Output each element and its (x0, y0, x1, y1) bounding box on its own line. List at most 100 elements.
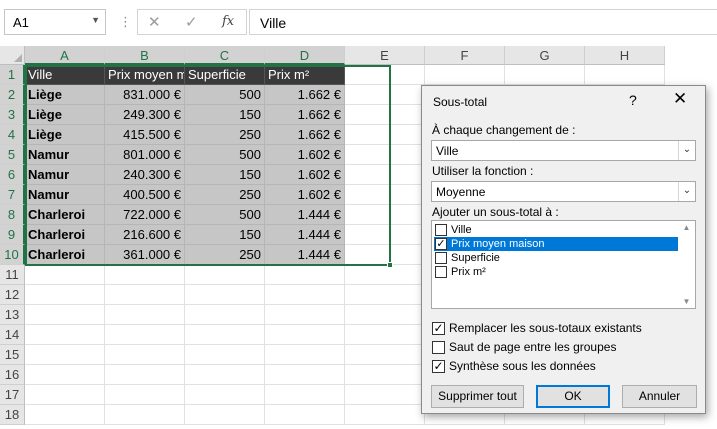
checkbox[interactable] (435, 224, 447, 236)
cell-c12[interactable] (185, 285, 265, 305)
cell-e2[interactable] (345, 85, 425, 105)
cell-e10[interactable] (345, 245, 425, 265)
row-header-2[interactable]: 2 (0, 85, 25, 105)
cell-h1[interactable] (585, 65, 665, 85)
cell-e5[interactable] (345, 145, 425, 165)
cell-e16[interactable] (345, 365, 425, 385)
select-all-corner[interactable] (0, 46, 25, 65)
cell-b18[interactable] (105, 405, 185, 425)
cell-b15[interactable] (105, 345, 185, 365)
cell-g1[interactable] (505, 65, 585, 85)
row-header-16[interactable]: 16 (0, 365, 25, 385)
cell-c14[interactable] (185, 325, 265, 345)
cell-b4[interactable]: 415.500 € (105, 125, 185, 145)
cell-a7[interactable]: Namur (25, 185, 105, 205)
list-item[interactable]: Superficie (434, 251, 678, 265)
cell-d16[interactable] (265, 365, 345, 385)
row-header-12[interactable]: 12 (0, 285, 25, 305)
column-header-a[interactable]: A (25, 46, 105, 65)
row-header-4[interactable]: 4 (0, 125, 25, 145)
cell-a17[interactable] (25, 385, 105, 405)
cell-a12[interactable] (25, 285, 105, 305)
column-header-f[interactable]: F (425, 46, 505, 65)
cell-a16[interactable] (25, 365, 105, 385)
cell-c13[interactable] (185, 305, 265, 325)
cell-c4[interactable]: 250 (185, 125, 265, 145)
cell-d4[interactable]: 1.662 € (265, 125, 345, 145)
formula-input[interactable]: Ville (249, 9, 717, 35)
cell-b17[interactable] (105, 385, 185, 405)
cell-f1[interactable] (425, 65, 505, 85)
cell-e1[interactable] (345, 65, 425, 85)
cell-a13[interactable] (25, 305, 105, 325)
cell-b7[interactable]: 400.500 € (105, 185, 185, 205)
row-header-13[interactable]: 13 (0, 305, 25, 325)
cancel-icon[interactable]: ✕ (148, 13, 161, 31)
list-item[interactable]: Prix m² (434, 265, 678, 279)
row-header-1[interactable]: 1 (0, 65, 25, 85)
cell-c7[interactable]: 250 (185, 185, 265, 205)
enter-icon[interactable]: ✓ (185, 13, 198, 31)
cell-b12[interactable] (105, 285, 185, 305)
cell-b3[interactable]: 249.300 € (105, 105, 185, 125)
cell-d15[interactable] (265, 345, 345, 365)
cell-c15[interactable] (185, 345, 265, 365)
column-header-e[interactable]: E (345, 46, 425, 65)
cell-c17[interactable] (185, 385, 265, 405)
cell-e6[interactable] (345, 165, 425, 185)
cell-a4[interactable]: Liège (25, 125, 105, 145)
cell-a3[interactable]: Liège (25, 105, 105, 125)
cell-d9[interactable]: 1.444 € (265, 225, 345, 245)
cell-a8[interactable]: Charleroi (25, 205, 105, 225)
checkbox[interactable] (432, 341, 445, 354)
checkbox[interactable]: ✓ (432, 322, 445, 335)
cell-a10[interactable]: Charleroi (25, 245, 105, 265)
cancel-button[interactable]: Annuler (622, 385, 697, 408)
chevron-down-icon[interactable]: ⌄ (678, 182, 695, 201)
checkbox[interactable]: ✓ (432, 360, 445, 373)
cell-e15[interactable] (345, 345, 425, 365)
cell-e11[interactable] (345, 265, 425, 285)
cell-c11[interactable] (185, 265, 265, 285)
cell-a9[interactable]: Charleroi (25, 225, 105, 245)
cell-d5[interactable]: 1.602 € (265, 145, 345, 165)
scroll-up-icon[interactable]: ▲ (678, 223, 695, 232)
cell-c10[interactable]: 250 (185, 245, 265, 265)
cell-c6[interactable]: 150 (185, 165, 265, 185)
cell-b10[interactable]: 361.000 € (105, 245, 185, 265)
column-header-d[interactable]: D (265, 46, 345, 65)
cell-d10[interactable]: 1.444 € (265, 245, 345, 265)
cell-a11[interactable] (25, 265, 105, 285)
cell-d13[interactable] (265, 305, 345, 325)
cell-b6[interactable]: 240.300 € (105, 165, 185, 185)
chevron-down-icon[interactable]: ⌄ (678, 141, 695, 160)
cell-e18[interactable] (345, 405, 425, 425)
scroll-down-icon[interactable]: ▼ (678, 297, 695, 306)
cell-e14[interactable] (345, 325, 425, 345)
cell-b11[interactable] (105, 265, 185, 285)
list-item[interactable]: Ville (434, 223, 678, 237)
cell-c2[interactable]: 500 (185, 85, 265, 105)
cell-b8[interactable]: 722.000 € (105, 205, 185, 225)
cell-e3[interactable] (345, 105, 425, 125)
cell-a2[interactable]: Liège (25, 85, 105, 105)
subtotal-column-list[interactable]: Ville ✓ Prix moyen maison Superficie Pri… (431, 220, 696, 309)
function-select[interactable]: Moyenne ⌄ (431, 181, 696, 202)
fill-handle[interactable] (387, 262, 393, 268)
cell-a1[interactable]: Ville (25, 65, 105, 85)
cell-b14[interactable] (105, 325, 185, 345)
cell-e8[interactable] (345, 205, 425, 225)
change-select[interactable]: Ville ⌄ (431, 140, 696, 161)
cell-b1[interactable]: Prix moyen maison (105, 65, 185, 85)
checkbox[interactable] (435, 252, 447, 264)
cell-a5[interactable]: Namur (25, 145, 105, 165)
list-scrollbar[interactable]: ▲ ▼ (678, 221, 695, 308)
close-icon[interactable]: ✕ (673, 89, 687, 109)
checkbox[interactable] (435, 266, 447, 278)
formula-bar-separator-icon[interactable]: ⋮ (119, 14, 132, 30)
cell-c18[interactable] (185, 405, 265, 425)
row-header-10[interactable]: 10 (0, 245, 25, 265)
row-header-18[interactable]: 18 (0, 405, 25, 425)
help-icon[interactable]: ? (629, 92, 637, 108)
cell-a18[interactable] (25, 405, 105, 425)
